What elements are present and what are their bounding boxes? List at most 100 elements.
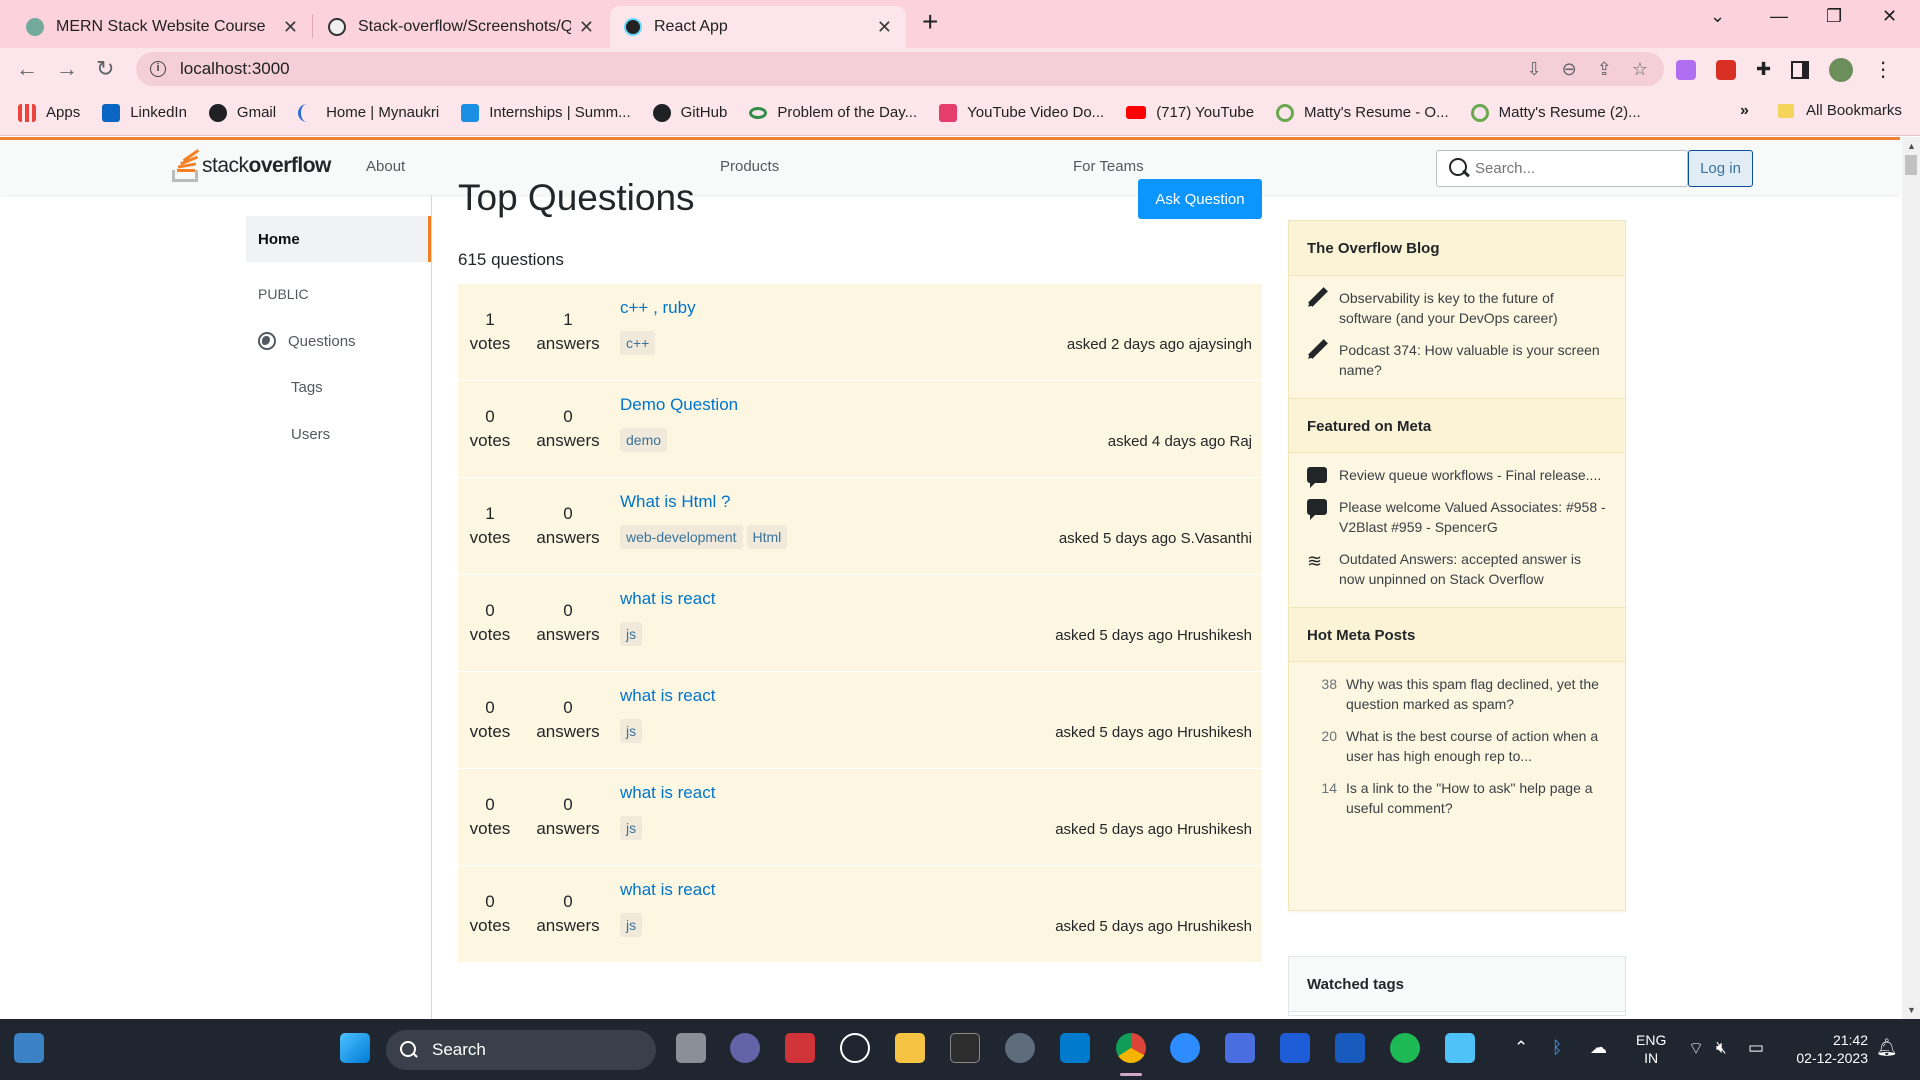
bookmark-github[interactable]: GitHub bbox=[652, 103, 727, 122]
chrome-icon[interactable] bbox=[1116, 1033, 1146, 1063]
word-icon[interactable] bbox=[1335, 1033, 1365, 1063]
puzzle-extensions-icon[interactable]: ✚ bbox=[1756, 59, 1771, 80]
reload-icon[interactable]: ↻ bbox=[96, 56, 114, 82]
address-bar[interactable]: i localhost:3000 ⇩ ⊖ ⇪ ☆ bbox=[136, 52, 1664, 86]
tag-badge[interactable]: web-development bbox=[620, 525, 743, 549]
site-info-icon[interactable]: i bbox=[150, 61, 166, 77]
minimize-icon[interactable]: — bbox=[1770, 6, 1788, 27]
terminal-icon[interactable] bbox=[950, 1033, 980, 1063]
bookmark-gfg[interactable]: Problem of the Day... bbox=[749, 104, 917, 121]
restore-icon[interactable]: ❐ bbox=[1826, 6, 1842, 27]
more-bookmarks-chevron[interactable]: » bbox=[1740, 102, 1749, 120]
hot-meta-item[interactable]: 14 Is a link to the "How to ask" help pa… bbox=[1289, 778, 1625, 818]
blog-item[interactable]: Observability is key to the future of so… bbox=[1289, 287, 1625, 328]
sidebar-item-tags[interactable]: Tags bbox=[291, 379, 323, 396]
bookmark-resume-2[interactable]: Matty's Resume (2)... bbox=[1470, 103, 1641, 122]
bookmark-youtube[interactable]: (717) YouTube bbox=[1126, 104, 1254, 121]
meta-item[interactable]: Please welcome Valued Associates: #958 -… bbox=[1289, 497, 1625, 537]
meta-item[interactable]: ≋ Outdated Answers: accepted answer is n… bbox=[1289, 549, 1625, 589]
wifi-icon[interactable]: ⌔ bbox=[1688, 1038, 1704, 1059]
login-button[interactable]: Log in bbox=[1688, 150, 1753, 187]
bookmark-linkedin[interactable]: LinkedIn bbox=[102, 103, 187, 122]
question-title-link[interactable]: What is Html ? bbox=[620, 492, 731, 512]
sidebar-item-questions[interactable]: Questions bbox=[258, 332, 356, 350]
task-view-icon[interactable] bbox=[676, 1033, 706, 1063]
meta-item[interactable]: Review queue workflows - Final release..… bbox=[1289, 465, 1625, 488]
stackoverflow-logo[interactable]: stackoverflow bbox=[172, 149, 331, 182]
share-icon[interactable]: ⇪ bbox=[1597, 59, 1612, 80]
tag-badge[interactable]: js bbox=[620, 622, 643, 646]
tab-search-chevron-icon[interactable]: ⌄ bbox=[1710, 6, 1725, 27]
input-language[interactable]: ENG IN bbox=[1636, 1031, 1666, 1067]
scroll-up-arrow-icon[interactable]: ▲ bbox=[1907, 141, 1916, 151]
question-title-link[interactable]: what is react bbox=[620, 880, 715, 900]
side-panel-icon[interactable] bbox=[1791, 60, 1810, 79]
store-icon[interactable] bbox=[1280, 1033, 1310, 1063]
close-tab-icon[interactable]: ✕ bbox=[283, 17, 298, 38]
notification-bell-icon[interactable]: 🔔︎ bbox=[1876, 1038, 1898, 1058]
scroll-down-arrow-icon[interactable]: ▼ bbox=[1907, 1005, 1916, 1015]
url-text[interactable]: localhost:3000 bbox=[180, 59, 290, 79]
question-title-link[interactable]: what is react bbox=[620, 686, 715, 706]
bookmark-gmail[interactable]: Gmail bbox=[208, 103, 276, 122]
install-app-icon[interactable]: ⇩ bbox=[1527, 59, 1542, 80]
settings-gear-icon[interactable] bbox=[1005, 1033, 1035, 1063]
widgets-icon[interactable] bbox=[14, 1033, 44, 1063]
teams-chat-icon[interactable] bbox=[730, 1033, 760, 1063]
tag-badge[interactable]: Html bbox=[746, 525, 788, 549]
bookmark-youtube-downloader[interactable]: YouTube Video Do... bbox=[939, 103, 1104, 122]
question-title-link[interactable]: c++ , ruby bbox=[620, 298, 696, 318]
ask-question-button[interactable]: Ask Question bbox=[1138, 179, 1262, 219]
nav-for-teams-link[interactable]: For Teams bbox=[1073, 158, 1144, 175]
taskbar-search[interactable]: Search bbox=[386, 1030, 656, 1070]
tag-badge[interactable]: js bbox=[620, 913, 643, 937]
tag-badge[interactable]: js bbox=[620, 719, 643, 743]
hot-meta-item[interactable]: 38 Why was this spam flag declined, yet … bbox=[1289, 674, 1625, 714]
tag-badge[interactable]: js bbox=[620, 816, 643, 840]
blog-item[interactable]: Podcast 374: How valuable is your screen… bbox=[1289, 339, 1625, 380]
forward-arrow-icon[interactable]: → bbox=[56, 56, 78, 82]
tray-overflow-chevron-icon[interactable]: ⌃ bbox=[1514, 1038, 1528, 1058]
question-title-link[interactable]: what is react bbox=[620, 783, 715, 803]
onedrive-icon[interactable]: ☁ bbox=[1590, 1038, 1607, 1058]
vscode-icon[interactable] bbox=[1060, 1033, 1090, 1063]
close-tab-icon[interactable]: ✕ bbox=[877, 17, 892, 38]
bookmark-resume-1[interactable]: Matty's Resume - O... bbox=[1276, 103, 1449, 122]
notepad-icon[interactable] bbox=[1445, 1033, 1475, 1063]
bookmark-internshala[interactable]: Internships | Summ... bbox=[461, 103, 631, 122]
bookmark-apps[interactable]: Apps bbox=[18, 103, 80, 122]
devhome-icon[interactable] bbox=[1225, 1033, 1255, 1063]
back-arrow-icon[interactable]: ← bbox=[16, 56, 38, 82]
sidebar-item-users[interactable]: Users bbox=[291, 426, 330, 443]
battery-icon[interactable]: ▭ bbox=[1748, 1038, 1764, 1058]
question-title-link[interactable]: what is react bbox=[620, 589, 715, 609]
new-tab-plus-icon[interactable]: + bbox=[922, 6, 938, 38]
search-input[interactable] bbox=[1475, 160, 1675, 177]
scroll-thumb[interactable] bbox=[1905, 155, 1917, 175]
extension-icon[interactable] bbox=[1716, 59, 1736, 80]
extension-icon[interactable] bbox=[1676, 59, 1696, 80]
nav-about-link[interactable]: About bbox=[366, 158, 405, 175]
tab-github-screenshots[interactable]: Stack-overflow/Screenshots/Qu ✕ bbox=[314, 6, 608, 48]
tag-badge[interactable]: c++ bbox=[620, 331, 656, 355]
dell-icon[interactable] bbox=[840, 1033, 870, 1063]
sidebar-item-home[interactable]: Home bbox=[246, 216, 431, 262]
zoom-icon[interactable]: ⊖ bbox=[1562, 59, 1577, 80]
page-scrollbar[interactable]: ▲ ▼ bbox=[1902, 137, 1920, 1019]
system-clock[interactable]: 21:42 02-12-2023 bbox=[1782, 1031, 1868, 1067]
profile-avatar[interactable] bbox=[1829, 57, 1854, 82]
spotify-icon[interactable] bbox=[1390, 1033, 1420, 1063]
chrome-menu-icon[interactable]: ⋮ bbox=[1873, 57, 1893, 82]
windows-start-icon[interactable] bbox=[340, 1033, 370, 1063]
hot-meta-item[interactable]: 20 What is the best course of action whe… bbox=[1289, 726, 1625, 766]
tab-mern-course[interactable]: MERN Stack Website Course ✕ bbox=[12, 6, 312, 48]
zoom-icon[interactable] bbox=[1170, 1033, 1200, 1063]
file-explorer-icon[interactable] bbox=[895, 1033, 925, 1063]
tag-badge[interactable]: demo bbox=[620, 428, 668, 452]
bookmark-mynaukri[interactable]: Home | Mynaukri bbox=[298, 103, 439, 122]
close-tab-icon[interactable]: ✕ bbox=[579, 17, 594, 38]
speaker-muted-icon[interactable]: 🔇︎ bbox=[1716, 1038, 1727, 1058]
bookmark-star-icon[interactable]: ☆ bbox=[1632, 59, 1648, 80]
tab-react-app[interactable]: React App ✕ bbox=[610, 6, 906, 48]
close-window-icon[interactable]: ✕ bbox=[1882, 6, 1897, 27]
